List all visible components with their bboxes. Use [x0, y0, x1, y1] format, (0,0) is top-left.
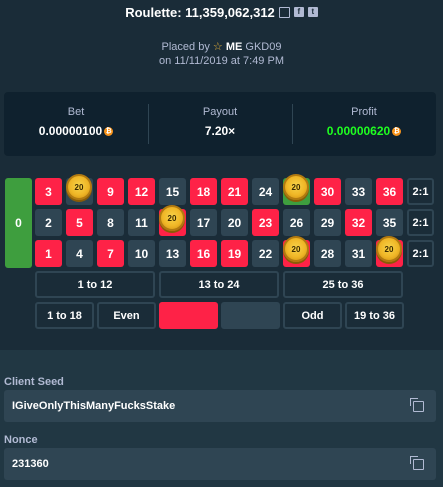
number-cell-2[interactable]: 2: [35, 209, 62, 236]
number-cell-22[interactable]: 22: [252, 240, 279, 267]
player-name[interactable]: GKD09: [245, 41, 281, 53]
bet-chip: 20: [66, 174, 92, 200]
bet-chip: 20: [159, 205, 185, 231]
column-bet-1[interactable]: 2:1: [407, 178, 434, 205]
bitcoin-icon: ₿: [392, 127, 402, 137]
nonce-field[interactable]: 231360: [4, 448, 436, 480]
number-cell-3[interactable]: 3: [35, 178, 62, 205]
high-bet[interactable]: 19 to 36: [345, 302, 404, 329]
bet-header: Roulette: 11,359,062,312 f t: [0, 0, 443, 24]
column-bet-2[interactable]: 2:1: [407, 209, 434, 236]
number-cell-21[interactable]: 21: [221, 178, 248, 205]
number-cell-12[interactable]: 12: [128, 178, 155, 205]
placed-info: Placed by ☆ ME GKD09 on 11/11/2019 at 7:…: [0, 40, 443, 68]
bet-stats-panel: Bet 0.00000100 ₿ Payout 7.20× Profit 0.00…: [4, 92, 436, 156]
client-seed-label: Client Seed: [4, 376, 64, 388]
number-cell-24[interactable]: 24: [252, 178, 279, 205]
facebook-icon[interactable]: f: [293, 7, 304, 17]
number-cell-11[interactable]: 11: [128, 209, 155, 236]
twitter-icon[interactable]: t: [307, 7, 318, 17]
number-cell-10[interactable]: 10: [128, 240, 155, 267]
number-cell-7[interactable]: 7: [97, 240, 124, 267]
copy-icon[interactable]: [278, 6, 290, 18]
even-bet[interactable]: Even: [97, 302, 156, 329]
number-cell-18[interactable]: 18: [190, 178, 217, 205]
star-icon: ☆: [212, 41, 223, 53]
number-cell-35[interactable]: 35: [376, 209, 403, 236]
number-cell-30[interactable]: 30: [314, 178, 341, 205]
column-bet-3[interactable]: 2:1: [407, 240, 434, 267]
dozen-bet-3[interactable]: 25 to 36: [283, 271, 403, 298]
red-bet[interactable]: [159, 302, 218, 329]
dozen-bet-2[interactable]: 13 to 24: [159, 271, 279, 298]
profit-value: 0.00000620: [326, 124, 391, 138]
payout-value: 7.20×: [204, 124, 236, 138]
bet-stat: Bet 0.00000100 ₿: [4, 92, 148, 156]
copy-icon[interactable]: [410, 397, 424, 412]
bet-title: Roulette: 11,359,062,312: [125, 4, 275, 20]
number-cell-9[interactable]: 9: [97, 178, 124, 205]
number-cell-5[interactable]: 5: [66, 209, 93, 236]
number-cell-19[interactable]: 19: [221, 240, 248, 267]
number-cell-4[interactable]: 4: [66, 240, 93, 267]
number-cell-33[interactable]: 33: [345, 178, 372, 205]
placed-user[interactable]: ME: [226, 41, 243, 53]
profit-label: Profit: [351, 106, 377, 118]
odd-bet[interactable]: Odd: [283, 302, 342, 329]
client-seed-value: IGiveOnlyThisManyFucksStake: [12, 400, 176, 412]
number-cell-8[interactable]: 8: [97, 209, 124, 236]
number-cell-36[interactable]: 36: [376, 178, 403, 205]
profit-stat: Profit 0.00000620 ₿: [292, 92, 436, 156]
nonce-value: 231360: [12, 458, 49, 470]
number-cell-16[interactable]: 16: [190, 240, 217, 267]
low-bet[interactable]: 1 to 18: [35, 302, 94, 329]
number-cell-31[interactable]: 31: [345, 240, 372, 267]
number-cell-17[interactable]: 17: [190, 209, 217, 236]
number-cell-13[interactable]: 13: [159, 240, 186, 267]
number-cell-26[interactable]: 26: [283, 209, 310, 236]
zero-cell[interactable]: 0: [5, 178, 32, 268]
bitcoin-icon: ₿: [104, 127, 114, 137]
number-cell-28[interactable]: 28: [314, 240, 341, 267]
number-cell-29[interactable]: 29: [314, 209, 341, 236]
number-cell-20[interactable]: 20: [221, 209, 248, 236]
number-cell-32[interactable]: 32: [345, 209, 372, 236]
bet-label: Bet: [67, 106, 85, 118]
payout-label: Payout: [202, 106, 238, 118]
number-cell-23[interactable]: 23: [252, 209, 279, 236]
bet-value: 0.00000100: [38, 124, 103, 138]
number-cell-1[interactable]: 1: [35, 240, 62, 267]
placed-date: on 11/11/2019 at 7:49 PM: [159, 55, 284, 67]
number-cell-15[interactable]: 15: [159, 178, 186, 205]
bet-chip: 20: [283, 174, 309, 200]
payout-stat: Payout 7.20×: [148, 92, 292, 156]
copy-icon[interactable]: [410, 455, 424, 470]
nonce-label: Nonce: [4, 434, 38, 446]
black-bet[interactable]: [221, 302, 280, 329]
bet-chip: 20: [283, 236, 309, 262]
client-seed-field[interactable]: IGiveOnlyThisManyFucksStake: [4, 390, 436, 422]
bet-chip: 20: [376, 236, 402, 262]
placed-by-label: Placed by: [161, 41, 210, 53]
dozen-bet-1[interactable]: 1 to 12: [35, 271, 155, 298]
